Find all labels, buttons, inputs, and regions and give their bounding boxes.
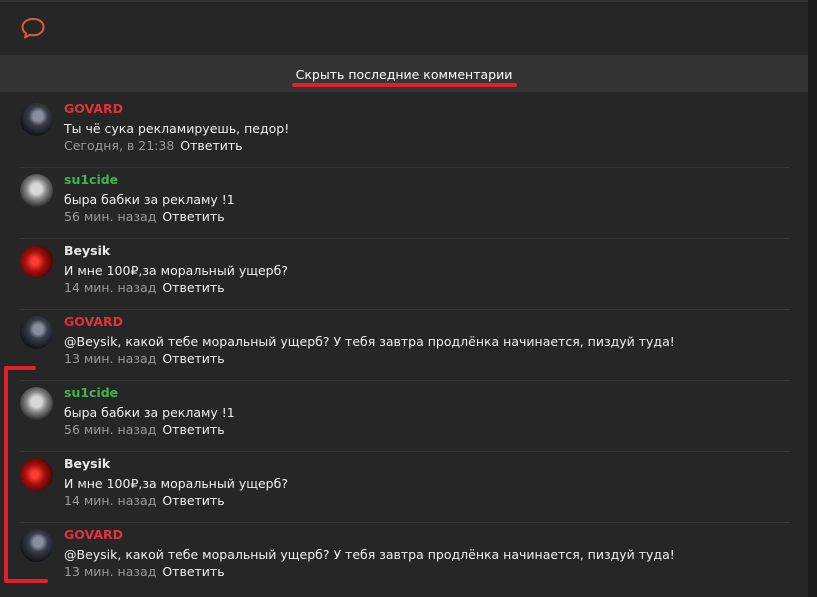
comment-author[interactable]: Beysik [64,456,110,471]
avatar[interactable] [20,458,53,491]
comment-text: И мне 100₽,за моральный ущерб? [64,476,288,491]
divider [0,0,808,2]
comment-meta: Сегодня, в 21:38 Ответить [64,138,243,153]
comment-item: GOVARD @Beysik, какой тебе моральный уще… [20,523,790,593]
comment-time: Сегодня, в 21:38 [64,138,175,153]
avatar[interactable] [20,103,53,136]
avatar[interactable] [20,245,53,278]
comment-text: @Beysik, какой тебе моральный ущерб? У т… [64,547,675,562]
comment-item: Beysik И мне 100₽,за моральный ущерб? 14… [20,452,790,523]
comment-text: быра бабки за рекламу !1 [64,405,235,420]
comment-time: 14 мин. назад [64,280,157,295]
reply-link[interactable]: Ответить [162,564,224,579]
hide-recent-comments-link[interactable]: Скрыть последние комментарии [0,67,808,82]
comment-text: @Beysik, какой тебе моральный ущерб? У т… [64,334,675,349]
comment-meta: 14 мин. назад Ответить [64,280,225,295]
reply-link[interactable]: Ответить [180,138,242,153]
comment-item: Beysik И мне 100₽,за моральный ущерб? 14… [20,239,790,310]
avatar[interactable] [20,387,53,420]
comment-item: GOVARD @Beysik, какой тебе моральный уще… [20,310,790,381]
comments-panel: Скрыть последние комментарии GOVARD Ты ч… [0,0,808,597]
avatar[interactable] [20,174,53,207]
comment-item: GOVARD Ты чё сука рекламируешь, педор! С… [20,97,790,168]
comment-time: 56 мин. назад [64,422,157,437]
avatar[interactable] [20,529,53,562]
comment-author[interactable]: GOVARD [64,314,123,329]
reply-link[interactable]: Ответить [162,493,224,508]
reply-link[interactable]: Ответить [162,422,224,437]
highlight-underline [292,83,517,87]
reply-link[interactable]: Ответить [162,280,224,295]
comment-author[interactable]: Beysik [64,243,110,258]
comment-time: 13 мин. назад [64,351,157,366]
highlight-bracket [4,366,8,583]
comment-text: И мне 100₽,за моральный ущерб? [64,263,288,278]
comment-text: быра бабки за рекламу !1 [64,192,235,207]
comment-author[interactable]: GOVARD [64,527,123,542]
highlight-bracket-top [4,366,36,370]
comment-meta: 56 мин. назад Ответить [64,209,225,224]
comment-text: Ты чё сука рекламируешь, педор! [64,121,290,136]
comment-time: 14 мин. назад [64,493,157,508]
comment-meta: 14 мин. назад Ответить [64,493,225,508]
reply-link[interactable]: Ответить [162,209,224,224]
avatar[interactable] [20,316,53,349]
comment-author[interactable]: GOVARD [64,101,123,116]
comment-author[interactable]: su1cide [64,172,118,187]
comment-bubble-icon[interactable] [21,17,45,39]
comment-time: 56 мин. назад [64,209,157,224]
highlight-bracket-bottom [4,579,48,583]
comment-meta: 13 мин. назад Ответить [64,564,225,579]
reply-link[interactable]: Ответить [162,351,224,366]
comment-item: su1cide быра бабки за рекламу !1 56 мин.… [20,381,790,452]
comment-list: GOVARD Ты чё сука рекламируешь, педор! С… [0,97,808,593]
comment-item: su1cide быра бабки за рекламу !1 56 мин.… [20,168,790,239]
comment-author[interactable]: su1cide [64,385,118,400]
comment-time: 13 мин. назад [64,564,157,579]
comment-meta: 13 мин. назад Ответить [64,351,225,366]
comment-meta: 56 мин. назад Ответить [64,422,225,437]
